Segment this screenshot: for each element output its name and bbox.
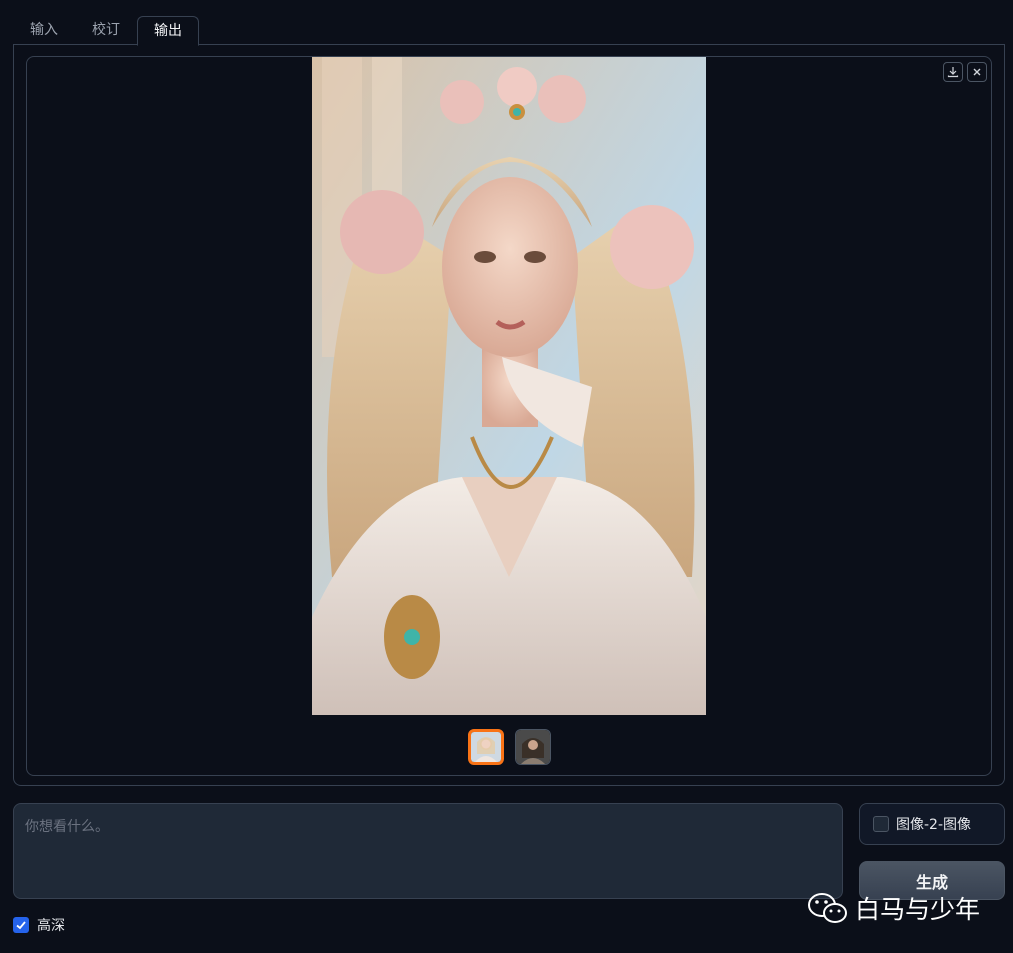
image-gallery xyxy=(26,56,992,776)
hd-label: 高深 xyxy=(37,918,65,934)
close-button[interactable] xyxy=(967,62,987,82)
tab-bar: 输入 校订 输出 xyxy=(13,16,1005,46)
hd-checkbox-box[interactable] xyxy=(13,917,29,933)
img2img-checkbox[interactable]: 图像-2-图像 xyxy=(859,803,1005,845)
tab-input[interactable]: 输入 xyxy=(18,16,70,45)
img2img-label: 图像-2-图像 xyxy=(896,817,972,833)
watermark: 白马与少年 xyxy=(807,888,980,928)
thumbnail-1[interactable] xyxy=(468,729,504,765)
img2img-checkbox-box[interactable] xyxy=(873,816,889,832)
thumbnail-2[interactable] xyxy=(515,729,551,765)
check-icon xyxy=(16,921,26,930)
download-button[interactable] xyxy=(943,62,963,82)
tab-output[interactable]: 输出 xyxy=(137,16,199,46)
watermark-text: 白马与少年 xyxy=(855,895,981,924)
close-icon xyxy=(973,68,981,76)
tab-revise[interactable]: 校订 xyxy=(79,16,133,45)
download-icon xyxy=(947,67,959,78)
prompt-input[interactable] xyxy=(13,803,843,899)
generated-image[interactable] xyxy=(312,57,706,715)
wechat-icon xyxy=(808,893,847,923)
hd-checkbox[interactable]: 高深 xyxy=(13,916,65,934)
